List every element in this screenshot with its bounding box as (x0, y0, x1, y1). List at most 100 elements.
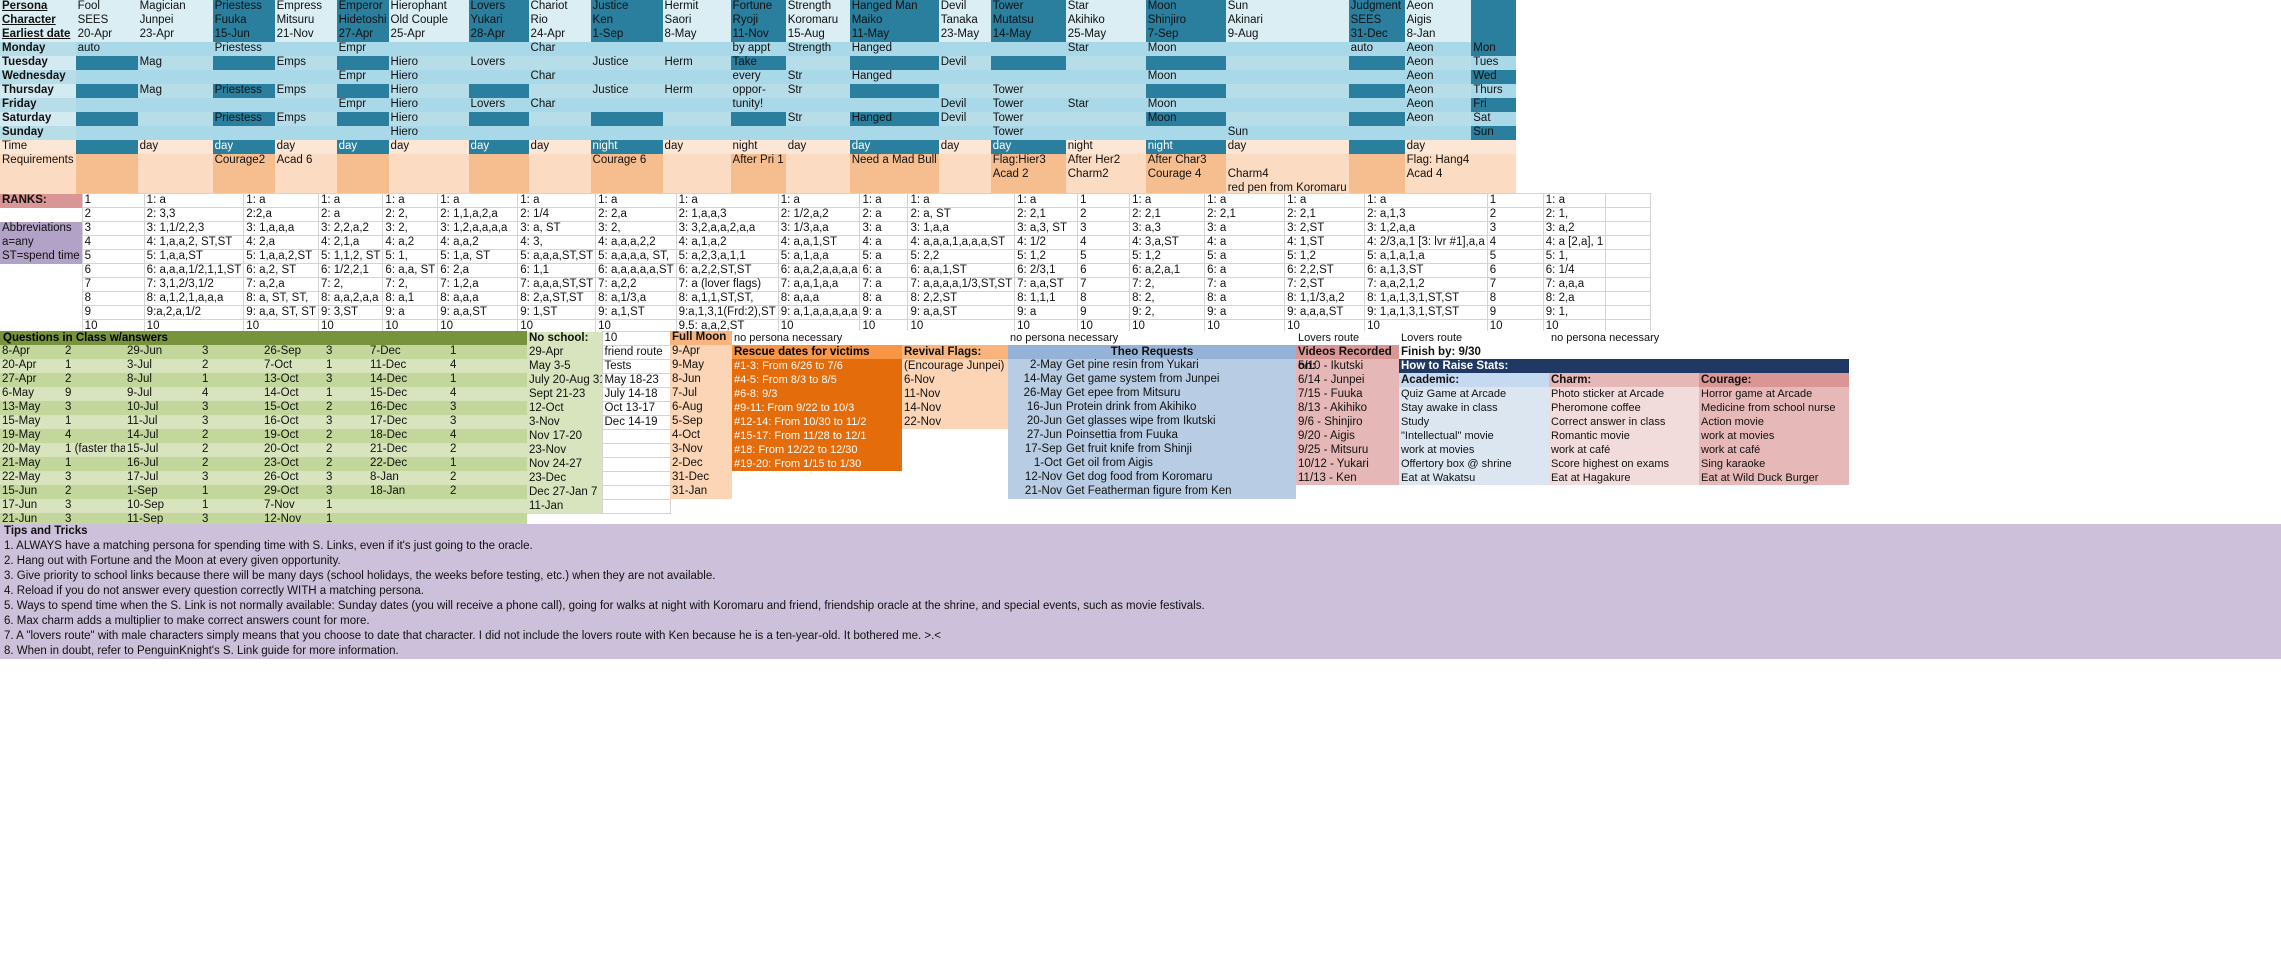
ranks-row-label: ST=spend time (0, 249, 83, 264)
rank-cell: 7: a,2,a (243, 277, 319, 292)
schedule-cell-tuesday: Aeon (1404, 56, 1472, 70)
questions-cell: 8-Jan (368, 471, 448, 485)
requirements-cell (785, 154, 850, 195)
link-earliest-emperor: 27-Apr (336, 28, 389, 42)
videos-row: 8/13 - Akihiko (1296, 401, 1399, 415)
requirement-line (788, 168, 848, 182)
rank-cell: 2: a, ST (907, 207, 1016, 222)
no-school-row: Nov 24-27 (527, 457, 671, 472)
schedule-cell-friday: Char (528, 98, 591, 112)
rank-cell: 9: a,a,ST (907, 305, 1016, 320)
rank-cell: 4: a (1204, 235, 1286, 250)
no-school-row: Sept 21-23 July 14-18 (527, 387, 671, 402)
stats-item: Romantic movie (1549, 429, 1699, 443)
tips-line: 4. Reload if you do not answer every que… (4, 585, 424, 597)
rank-cell: 8: a,1/3,a (595, 291, 677, 306)
schedule-cell-tuesday (990, 56, 1066, 70)
questions-row: 6-May 9 9-Jul 4 14-Oct 1 15-Dec 4 (0, 387, 527, 401)
questions-cell: 13-May (0, 401, 63, 415)
questions-cell: 8-Apr (0, 345, 63, 359)
schedule-cell-monday (274, 42, 337, 56)
rank-cell: 3: 3,2,a,a,2,a,a (675, 221, 779, 236)
schedule-cell-tuesday (849, 56, 939, 70)
requirement-line (531, 154, 589, 168)
theo-date: 14-May (1008, 373, 1064, 387)
link-character-hierophant: Old Couple (388, 14, 469, 28)
questions-cell: 10-Sep (125, 499, 200, 513)
link-earliest-sun: 9-Aug (1225, 28, 1349, 42)
stats-panel: Finish by: 9/30 How to Raise Stats: Academ… (1399, 331, 1849, 485)
schedule-cell-saturday: Tower (990, 112, 1066, 126)
time-cell: day (137, 140, 213, 154)
rank-cell: 8: a,1,1,ST,ST, (675, 291, 779, 306)
rank-cell: 4: a [2,a], 1 (1542, 235, 1607, 250)
schedule-cell-monday: Priestess (212, 42, 275, 56)
rank-cell: 5 (1486, 249, 1544, 264)
rank-cell: 9: a,a,a,ST (1284, 305, 1366, 320)
stats-item: work at café (1549, 443, 1699, 457)
requirement-line: After Char3 (1147, 154, 1207, 166)
questions-cell: 1 (faster tha (63, 443, 125, 457)
no-school-note: May 18-23 (601, 373, 671, 388)
questions-cell: 2 (200, 443, 262, 457)
ranks-row-label (0, 263, 83, 278)
requirement-line (140, 154, 211, 168)
time-cell: day (785, 140, 850, 154)
rescue-header-spacer (732, 331, 902, 345)
time-cell: day (336, 140, 389, 154)
rank-cell: 4: a,a,1,ST (777, 235, 861, 250)
link-character-star: Akihiko (1065, 14, 1146, 28)
link-earliest-chariot: 24-Apr (528, 28, 591, 42)
stats-columns: Academic: Quiz Game at Arcade Stay awake i… (1399, 373, 1849, 485)
schedule-cell-sunday (137, 126, 213, 140)
ranks-spacer (1605, 249, 1652, 264)
link-persona-hanged-man: Hanged Man (849, 0, 939, 14)
rank-cell: 1: a (1284, 193, 1366, 208)
schedule-cell-tuesday: Devil (938, 56, 991, 70)
schedule-cell-wednesday (938, 70, 991, 84)
no-school-date: July 20-Aug 31 (527, 373, 602, 388)
schedule-cell-wednesday (590, 70, 663, 84)
theo-row: 1-Oct Get oil from Aigis (1008, 457, 1296, 471)
schedule-cell-sunday (336, 126, 389, 140)
full-moon-date: 2-Dec (670, 457, 732, 471)
schedule-row-saturday: Saturday Priestess Emps Hiero Str Hanged Devil… (0, 112, 1517, 126)
rank-cell: 6: a,a,1,ST (907, 263, 1016, 278)
schedule-cell-saturday: Hanged (849, 112, 939, 126)
schedule-row-thursday: Thursday Mag Priestess Emps Hiero Justice Herm… (0, 84, 1517, 98)
rank-cell: 4 (1077, 235, 1131, 250)
questions-cell: 3 (324, 471, 368, 485)
rank-cell: 3: 2,2,a,2 (317, 221, 384, 236)
schedule-cell-monday (990, 42, 1066, 56)
rank-cell: 2: 2,1 (1129, 207, 1206, 222)
questions-cell: 3 (200, 345, 262, 359)
questions-cell: 21-May (0, 457, 63, 471)
schedule-cell-friday: Star (1065, 98, 1146, 112)
theo-date: 17-Sep (1008, 443, 1064, 457)
schedule-row-requirements: Requirements Courage2 Acad 6 Courage 6 After… (0, 154, 1517, 195)
full-moon-row: 3-Nov (670, 443, 732, 457)
videos-row: 5/10 - Ikutski (1296, 359, 1399, 373)
schedule-cell-thursday: Str (785, 84, 850, 98)
stats-item: Eat at Wild Duck Burger (1699, 471, 1849, 485)
theo-request: Get oil from Aigis (1064, 457, 1296, 471)
rank-cell: 5 (81, 249, 145, 264)
full-moon-row: 4-Oct (670, 429, 732, 443)
schedule-cell-wednesday: Empr (336, 70, 389, 84)
ranks-row: RANKS: 1 1: a 1: a 1: a 1: a 1: a 1: a 1: a 1: a1… (0, 193, 1652, 208)
full-moon-header-row: Full Moon (670, 331, 732, 345)
schedule-cell-friday (75, 98, 138, 112)
rank-cell: 9: 1,a,1,3,1,ST,ST (1364, 305, 1488, 320)
questions-cell: 26-Oct (262, 471, 324, 485)
link-persona-magician: Magician (137, 0, 213, 14)
rank-cell: 6: a,1,3,ST (1364, 263, 1488, 278)
schedule-cell-tuesday (336, 56, 389, 70)
ranks-table: RANKS: 1 1: a 1: a 1: a 1: a 1: a 1: a 1: a 1: a1… (0, 193, 1652, 334)
schedule-cell-monday: Char (528, 42, 591, 56)
rank-cell: 1: a (1204, 193, 1286, 208)
link-character-strength: Koromaru (785, 14, 850, 28)
rank-cell: 3: 1,a,a (907, 221, 1016, 236)
social-link-schedule-table: Persona Fool Magician Priestess Empress Emper… (0, 0, 1517, 195)
questions-cell: 2 (448, 443, 527, 457)
rank-cell: 3 (1077, 221, 1131, 236)
